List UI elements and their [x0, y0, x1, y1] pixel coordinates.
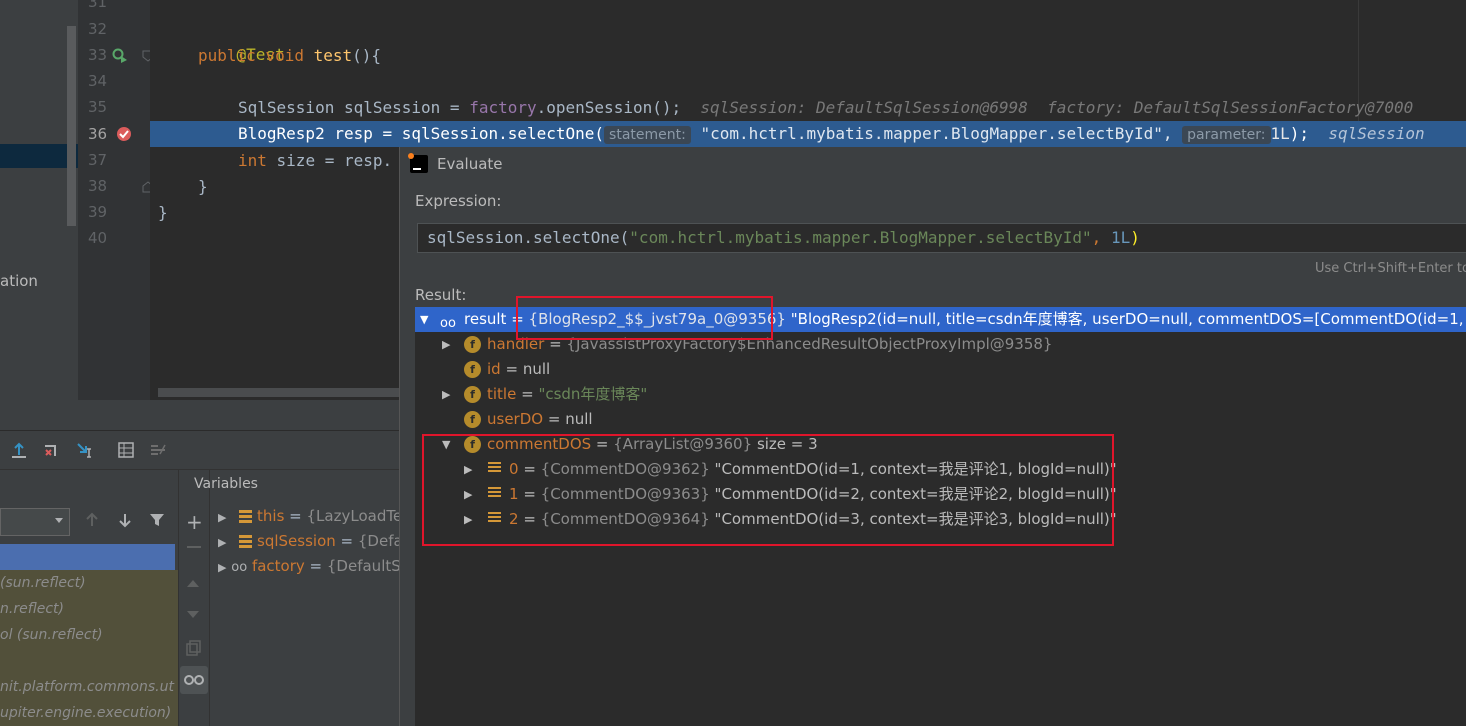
filter-icon[interactable] [149, 512, 165, 528]
code-line-35: SqlSession sqlSession = factory.openSess… [238, 98, 1414, 117]
project-scrollbar[interactable] [67, 26, 76, 226]
line-number: 38 [88, 177, 108, 195]
breakpoint-icon[interactable] [116, 126, 132, 142]
variable-row[interactable]: ▶ oo factory = {DefaultSc [218, 554, 409, 578]
tree-row-title[interactable]: ▶ f title = "csdn年度博客" [415, 382, 1466, 407]
expand-icon[interactable]: ▶ [218, 561, 226, 574]
line-number: 34 [88, 72, 108, 90]
previous-frame-icon[interactable] [84, 512, 100, 528]
show-watches-icon[interactable] [180, 666, 208, 694]
expand-icon[interactable]: ▶ [442, 332, 450, 357]
code-line-32: @Test [236, 45, 285, 64]
line-number: 31 [88, 0, 108, 11]
code-line-37: int size = resp. [238, 151, 393, 170]
frame-item[interactable]: nit.platform.commons.ut [0, 674, 178, 700]
result-label: Result: [415, 286, 467, 304]
code-line-39: } [158, 203, 168, 222]
code-line-33: public void test(){ [198, 46, 382, 65]
next-frame-icon[interactable] [117, 512, 133, 528]
expand-icon[interactable]: ▶ [218, 511, 226, 524]
dialog-title: Evaluate [437, 155, 503, 173]
line-number: 40 [88, 229, 108, 247]
expression-input[interactable]: sqlSession.selectOne("com.hctrl.mybatis.… [417, 223, 1466, 253]
object-icon [239, 510, 253, 523]
frames-panel: (sun.reflect) n.reflect) ol (sun.reflect… [0, 470, 178, 726]
trace-stream-icon[interactable] [149, 441, 167, 459]
intellij-logo-icon [408, 153, 428, 173]
tree-row-id[interactable]: f id = null [415, 357, 1466, 382]
inline-debug-values: sqlSession: DefaultSqlSession@6998 facto… [700, 98, 1414, 117]
line-number: 37 [88, 151, 108, 169]
project-item-label[interactable]: ation [0, 272, 38, 290]
editor-horizontal-scrollbar[interactable] [158, 388, 400, 397]
move-up-icon[interactable] [186, 578, 200, 588]
frame-item[interactable]: (sun.reflect) [0, 570, 178, 596]
collapse-icon[interactable]: ▼ [420, 307, 428, 332]
frame-item[interactable]: ol (sun.reflect) [0, 622, 178, 648]
drop-frame-icon[interactable] [42, 441, 60, 459]
dialog-title-bar[interactable]: Evaluate [400, 147, 1466, 181]
highlight-box-commentdos [422, 434, 1114, 546]
highlight-box-result-ref [516, 296, 773, 340]
thread-selector[interactable] [0, 508, 70, 536]
code-line-36: BlogResp2 resp = sqlSession.selectOne(st… [238, 124, 1425, 144]
code-line-38: } [198, 177, 208, 196]
field-icon: f [464, 386, 481, 403]
frame-item[interactable] [0, 648, 178, 674]
param-hint-parameter: parameter: [1182, 126, 1271, 144]
project-panel: ation [0, 0, 78, 400]
variable-row[interactable]: ▶ sqlSession = {Defau [218, 529, 412, 553]
copy-icon[interactable] [186, 640, 202, 656]
debug-panel: (sun.reflect) n.reflect) ol (sun.reflect… [0, 400, 412, 726]
line-number: 35 [88, 98, 108, 116]
chevron-down-icon [53, 514, 65, 526]
object-icon [239, 535, 253, 548]
add-watch-icon[interactable]: + [186, 510, 203, 534]
line-number: 32 [88, 20, 108, 38]
current-line-number: 36 [88, 125, 108, 143]
expand-icon[interactable]: ▶ [218, 536, 226, 549]
param-hint-statement: statement: [604, 126, 691, 144]
debug-toolbar [0, 430, 400, 470]
field-icon: f [464, 336, 481, 353]
expression-label: Expression: [415, 192, 502, 210]
shortcut-hint: Use Ctrl+Shift+Enter to [1315, 261, 1466, 276]
glasses-icon: oo [231, 560, 248, 575]
variables-toolbar: + [178, 470, 210, 726]
frame-item[interactable]: upiter.engine.execution) [0, 700, 178, 726]
variables-header: Variables [194, 476, 258, 492]
move-down-icon[interactable] [186, 610, 200, 620]
field-icon: f [464, 411, 481, 428]
variables-panel: Variables ▶ this = {LazyLoadTes ▶ sqlSes… [194, 470, 412, 726]
frame-list: (sun.reflect) n.reflect) ol (sun.reflect… [0, 544, 178, 726]
variable-row[interactable]: ▶ this = {LazyLoadTes [218, 504, 410, 528]
line-number: 39 [88, 203, 108, 221]
frame-selected[interactable] [0, 544, 175, 570]
tree-row-userdo[interactable]: f userDO = null [415, 407, 1466, 432]
remove-watch-icon[interactable] [187, 546, 201, 550]
evaluate-expression-icon[interactable] [117, 441, 135, 459]
editor-gutter: 31 32 33 34 35 36 37 38 39 40 [78, 0, 154, 400]
expand-icon[interactable]: ▶ [442, 382, 450, 407]
step-out-icon[interactable] [10, 441, 28, 459]
run-to-cursor-icon[interactable] [76, 441, 94, 459]
frame-item[interactable]: n.reflect) [0, 596, 178, 622]
field-icon: f [464, 361, 481, 378]
run-test-icon[interactable] [112, 48, 128, 64]
